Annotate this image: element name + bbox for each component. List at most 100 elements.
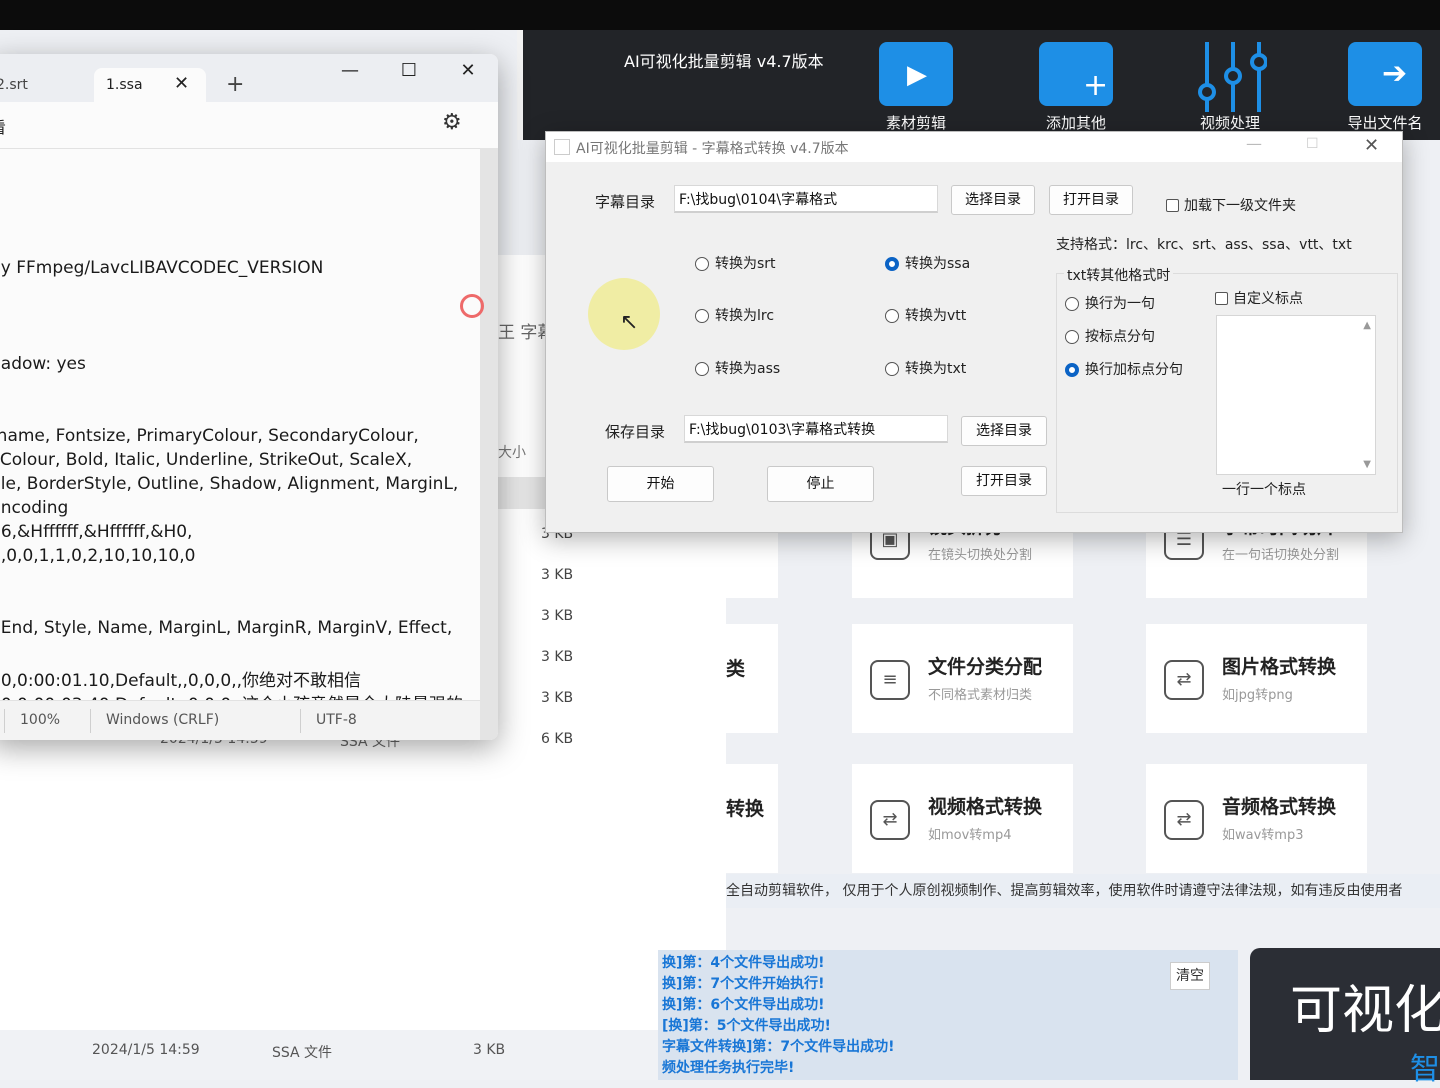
mouse-cursor-icon: ↖ <box>620 310 639 335</box>
close-icon[interactable]: ✕ <box>448 60 488 81</box>
load-subfolder-checkbox[interactable]: 加载下一级文件夹 <box>1166 195 1296 215</box>
maximize-icon[interactable]: ☐ <box>389 60 429 81</box>
card-partial[interactable]: 类 <box>726 624 778 733</box>
top-black-bar <box>0 0 1440 30</box>
tool-export-filename[interactable]: ➔ 导出文件名 <box>1340 42 1430 133</box>
notepad-text-area[interactable]: by FFmpeg/LavcLIBAVCODEC_VERSION hadow: y… <box>0 148 480 700</box>
start-button[interactable]: 开始 <box>607 466 714 502</box>
tool-add-other[interactable]: + 添加其他 <box>1036 42 1116 133</box>
text-line: kColour, Bold, Italic, Underline, Strike… <box>0 450 413 470</box>
subtitle-dir-label: 字幕目录 <box>595 193 656 211</box>
radio-to-ass[interactable]: 转换为ass <box>695 358 780 378</box>
text-line: 16,&Hffffff,&Hffffff,&H0, <box>0 522 193 542</box>
card-partial[interactable]: 转换 <box>726 764 778 873</box>
clear-log-button[interactable]: 清空 <box>1170 962 1210 990</box>
radio-to-srt[interactable]: 转换为srt <box>695 253 776 273</box>
file-size: 3 KB <box>541 649 574 665</box>
radio-newline-sentence[interactable]: 换行为一句 <box>1065 293 1155 313</box>
scroll-up-icon[interactable]: ▲ <box>1363 320 1371 331</box>
log-line: 换]第：4个文件导出成功! <box>662 955 825 971</box>
text-line: 0,0,0,1,1,0,2,10,10,10,0 <box>0 546 196 566</box>
add-list-icon: + <box>1039 42 1113 106</box>
supported-formats: 支持格式：lrc、krc、srt、ass、ssa、vtt、txt <box>1056 237 1352 253</box>
text-line: 10,0:00:03.40,Default,,0,0,0,,这个小孩竟然是全大陆… <box>0 690 463 700</box>
stop-button[interactable]: 停止 <box>767 466 874 502</box>
minimize-icon[interactable]: — <box>330 60 370 81</box>
save-dir-input[interactable]: F:\找bug\0103\字幕格式转换 <box>684 415 948 443</box>
text-line: by FFmpeg/LavcLIBAVCODEC_VERSION <box>0 258 324 278</box>
file-stack-icon: ≡ <box>870 660 910 700</box>
text-line: Encoding <box>0 498 69 518</box>
select-subtitle-dir-button[interactable]: 选择目录 <box>951 185 1035 215</box>
select-save-dir-button[interactable]: 选择目录 <box>961 416 1047 446</box>
app-header <box>517 30 1440 140</box>
radio-to-txt[interactable]: 转换为txt <box>885 358 966 378</box>
export-icon: ➔ <box>1348 42 1422 106</box>
notepad-menu-bar: 看 ⚙ <box>0 102 498 149</box>
open-subtitle-dir-button[interactable]: 打开目录 <box>1049 185 1133 215</box>
new-tab-icon[interactable]: + <box>226 72 244 97</box>
punct-list[interactable]: ▲ ▼ <box>1216 315 1376 475</box>
open-save-dir-button[interactable]: 打开目录 <box>961 466 1047 496</box>
app-icon <box>554 139 570 155</box>
status-line-ending: Windows (CRLF) <box>106 712 220 728</box>
file-size: 3 KB <box>473 1042 506 1058</box>
card-file-classify[interactable]: ≡ 文件分类分配 不同格式素材归类 <box>852 624 1073 733</box>
txt-group-title: txt转其他格式时 <box>1064 265 1174 285</box>
settings-gear-icon[interactable]: ⚙ <box>442 110 462 135</box>
log-line: 字幕文件转换]第：7个文件导出成功! <box>662 1039 895 1055</box>
file-size: 6 KB <box>541 731 574 747</box>
explorer-file-row[interactable]: 2024/1/5 14:59 SSA 文件 3 KB <box>0 1030 660 1080</box>
radio-to-ssa[interactable]: 转换为ssa <box>885 253 970 273</box>
log-line: [换]第：5个文件导出成功! <box>662 1018 831 1034</box>
log-line: 换]第：6个文件导出成功! <box>662 997 825 1013</box>
file-size: 3 KB <box>541 567 574 583</box>
tool-video-process[interactable]: 视频处理 <box>1190 42 1270 133</box>
save-dir-label: 保存目录 <box>605 423 666 441</box>
file-date: 2024/1/5 14:59 <box>92 1042 200 1058</box>
notepad-status-bar: 100% Windows (CRLF) UTF-8 <box>0 700 480 740</box>
notepad-window: 2.srt 1.ssa ✕ + — ☐ ✕ 看 ⚙ by FFmpeg/Lavc… <box>0 54 498 740</box>
file-size: 3 KB <box>541 690 574 706</box>
video-convert-icon: ⇄ <box>870 800 910 840</box>
text-line: tname, Fontsize, PrimaryColour, Secondar… <box>0 426 419 446</box>
text-line: gle, BorderStyle, Outline, Shadow, Align… <box>0 474 459 494</box>
file-size: 3 KB <box>541 608 574 624</box>
radio-to-lrc[interactable]: 转换为lrc <box>695 305 774 325</box>
menu-view[interactable]: 看 <box>0 114 6 138</box>
radio-to-vtt[interactable]: 转换为vtt <box>885 305 966 325</box>
log-panel: 换]第：4个文件导出成功! 换]第：7个文件开始执行! 换]第：6个文件导出成功… <box>658 950 1238 1080</box>
audio-convert-icon: ⇄ <box>1164 800 1204 840</box>
status-encoding: UTF-8 <box>316 712 357 728</box>
sliders-icon <box>1193 42 1268 112</box>
dialog-title: AI可视化批量剪辑 - 字幕格式转换 v4.7版本 <box>576 141 849 157</box>
card-image-convert[interactable]: ⇄ 图片格式转换 如jpg转png <box>1146 624 1367 733</box>
log-line: 频处理任务执行完毕! <box>662 1060 795 1076</box>
brand-subtitle: 智 <box>1410 1052 1440 1087</box>
text-line: 20,0:00:01.10,Default,,0,0,0,,你绝对不敢相信 <box>0 671 361 691</box>
app-title: AI可视化批量剪辑 v4.7版本 <box>624 52 824 71</box>
close-tab-icon[interactable]: ✕ <box>174 73 189 94</box>
radio-newline-punct-sentence[interactable]: 换行加标点分句 <box>1065 359 1183 379</box>
card-video-convert[interactable]: ⇄ 视频格式转换 如mov转mp4 <box>852 764 1073 873</box>
custom-punct-checkbox[interactable]: 自定义标点 <box>1215 288 1303 308</box>
subtitle-convert-dialog: AI可视化批量剪辑 - 字幕格式转换 v4.7版本 — ☐ ✕ 字幕目录 F:\… <box>545 131 1403 533</box>
close-icon[interactable]: ✕ <box>1364 135 1379 156</box>
explorer-column-size[interactable]: 大小 <box>498 442 526 462</box>
text-line: hadow: yes <box>0 354 86 374</box>
card-audio-convert[interactable]: ⇄ 音频格式转换 如wav转mp3 <box>1146 764 1367 873</box>
click-ring-indicator <box>460 294 484 318</box>
maximize-icon[interactable]: ☐ <box>1306 136 1319 152</box>
tab-1-ssa[interactable]: 1.ssa ✕ <box>94 68 206 102</box>
subtitle-dir-input[interactable]: F:\找bug\0104\字幕格式 <box>674 185 938 213</box>
minimize-icon[interactable]: — <box>1246 134 1262 153</box>
file-type: SSA 文件 <box>272 1045 333 1061</box>
scroll-down-icon[interactable]: ▼ <box>1363 459 1371 470</box>
usage-notice: 全自动剪辑软件， 仅用于个人原创视频制作、提高剪辑效率，使用软件时请遵守法律法规… <box>726 874 1440 908</box>
tab-2-srt[interactable]: 2.srt <box>0 68 85 102</box>
tool-material-edit[interactable]: ▶ 素材剪辑 <box>876 42 956 133</box>
status-zoom: 100% <box>20 712 61 728</box>
radio-punct-sentence[interactable]: 按标点分句 <box>1065 326 1155 346</box>
vertical-scrollbar[interactable] <box>480 148 498 740</box>
clapperboard-icon: ▶ <box>879 42 953 106</box>
